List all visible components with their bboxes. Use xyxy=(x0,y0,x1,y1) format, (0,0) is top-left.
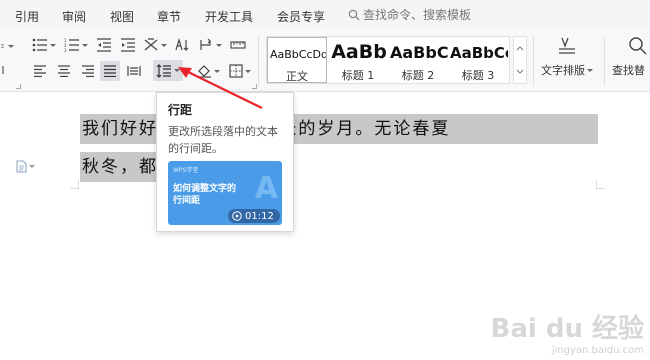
style-normal[interactable]: AaBbCcDd 正文 xyxy=(267,37,327,83)
style-sample: AaBbCc xyxy=(450,44,508,62)
chinese-layout-button[interactable] xyxy=(142,36,168,54)
distributed-align-button[interactable] xyxy=(124,62,144,80)
find-replace-label: 查找替 xyxy=(612,64,645,77)
numbered-list-button[interactable]: 123 xyxy=(62,36,90,54)
magnifier-icon xyxy=(629,37,647,55)
style-sample: AaBbC xyxy=(390,43,448,62)
command-search-placeholder: 查找命令、搜索模板 xyxy=(363,8,472,22)
sort-icon xyxy=(175,38,189,51)
style-heading-1[interactable]: AaBb 标题 1 xyxy=(328,37,388,83)
svg-text:3: 3 xyxy=(64,48,67,52)
menu-chapter[interactable]: 章节 xyxy=(157,8,181,25)
menu-member[interactable]: 会员专享 xyxy=(277,8,325,25)
justify-button[interactable] xyxy=(100,61,120,81)
menu-developer-tools[interactable]: 开发工具 xyxy=(205,8,253,25)
command-search[interactable]: 查找命令、搜索模板 xyxy=(348,6,471,23)
menu-bar: 引用 审阅 视图 章节 开发工具 会员专享 查找命令、搜索模板 xyxy=(0,0,650,30)
wps-writer-window: 引用 审阅 视图 章节 开发工具 会员专享 查找命令、搜索模板 123 AaBb… xyxy=(0,0,650,360)
ribbon-separator xyxy=(533,36,534,86)
increase-indent-icon xyxy=(121,38,135,52)
document-icon xyxy=(16,160,27,173)
menu-review[interactable]: 审阅 xyxy=(62,8,86,25)
style-name: 标题 1 xyxy=(341,69,375,82)
align-left-icon xyxy=(34,65,46,77)
decrease-indent-button[interactable] xyxy=(94,36,114,54)
style-name: 标题 3 xyxy=(461,69,495,82)
menu-view[interactable]: 视图 xyxy=(110,8,134,25)
justify-icon xyxy=(104,65,116,77)
line-spacing-tooltip: 行距 更改所选段落中的文本的行间距。 WPS学堂 A 如何调整文字的行间距 01… xyxy=(156,92,294,232)
clipboard-partial-icon[interactable] xyxy=(0,38,14,54)
chevron-down-icon xyxy=(516,69,524,74)
search-icon xyxy=(348,9,360,20)
video-decor: A xyxy=(254,171,278,206)
increase-indent-button[interactable] xyxy=(118,36,138,54)
paragraph-handle[interactable] xyxy=(16,160,35,173)
ribbon-separator xyxy=(604,36,605,86)
find-replace-button[interactable]: 查找替 xyxy=(612,36,650,86)
chevron-up-icon xyxy=(516,46,524,51)
bullet-list-icon xyxy=(32,38,47,52)
text-layout-button[interactable]: 文字排版 xyxy=(538,36,596,86)
bullet-list-button[interactable] xyxy=(30,36,58,54)
paragraph-marks-icon xyxy=(200,38,211,50)
text-layout-label: 文字排版 xyxy=(541,64,585,77)
align-center-icon xyxy=(58,65,70,77)
text-layout-icon xyxy=(559,37,575,54)
style-sample: AaBb xyxy=(331,41,387,63)
baidu-watermark: Bai du 经验 jingyan.baidu.com xyxy=(491,308,645,356)
style-heading-3[interactable]: AaBbCc 标题 3 xyxy=(448,37,508,83)
video-tag: WPS学堂 xyxy=(173,167,199,174)
styles-scroll[interactable] xyxy=(513,36,527,84)
style-heading-2[interactable]: AaBbC 标题 2 xyxy=(388,37,448,83)
sort-button[interactable] xyxy=(172,36,192,54)
video-title: 如何调整文字的行间距 xyxy=(173,184,237,206)
group-launcher-icon[interactable] xyxy=(16,84,21,89)
video-play-button[interactable]: 01:12 xyxy=(228,209,280,223)
ruler-icon xyxy=(230,41,246,49)
play-icon xyxy=(232,211,242,221)
align-left-button[interactable] xyxy=(30,62,50,80)
show-hide-marks-button[interactable] xyxy=(196,36,224,54)
tutorial-video-thumbnail[interactable]: WPS学堂 A 如何调整文字的行间距 01:12 xyxy=(168,161,282,225)
tooltip-description: 更改所选段落中的文本的行间距。 xyxy=(168,125,278,155)
style-name: 标题 2 xyxy=(401,69,435,82)
styles-gallery: AaBbCcDd 正文 AaBb 标题 1 AaBbC 标题 2 AaBbCc … xyxy=(266,36,510,84)
chinese-layout-icon xyxy=(144,38,158,51)
align-right-button[interactable] xyxy=(78,62,98,80)
style-sample: AaBbCcDd xyxy=(270,48,326,61)
style-name: 正文 xyxy=(286,70,308,83)
ribbon-toolbar: 123 AaBbCcDd 正文 AaBb 标题 1 AaBbC 标题 2 AaB… xyxy=(0,30,650,92)
menu-references[interactable]: 引用 xyxy=(15,8,39,25)
watermark-logo: Bai du 经验 xyxy=(490,314,645,344)
align-center-button[interactable] xyxy=(54,62,74,80)
watermark-url: jingyan.baidu.com xyxy=(551,345,644,356)
distributed-align-icon xyxy=(127,66,141,76)
numbered-list-icon: 123 xyxy=(64,38,79,52)
decrease-indent-icon xyxy=(97,38,111,52)
annotation-arrow-icon xyxy=(178,67,263,109)
align-right-icon xyxy=(82,65,94,77)
margin-mark-icon xyxy=(70,180,79,189)
format-partial-icon[interactable] xyxy=(0,62,10,78)
ruler-button[interactable] xyxy=(228,36,248,54)
margin-mark-icon xyxy=(596,180,605,189)
video-duration: 01:12 xyxy=(245,210,274,222)
